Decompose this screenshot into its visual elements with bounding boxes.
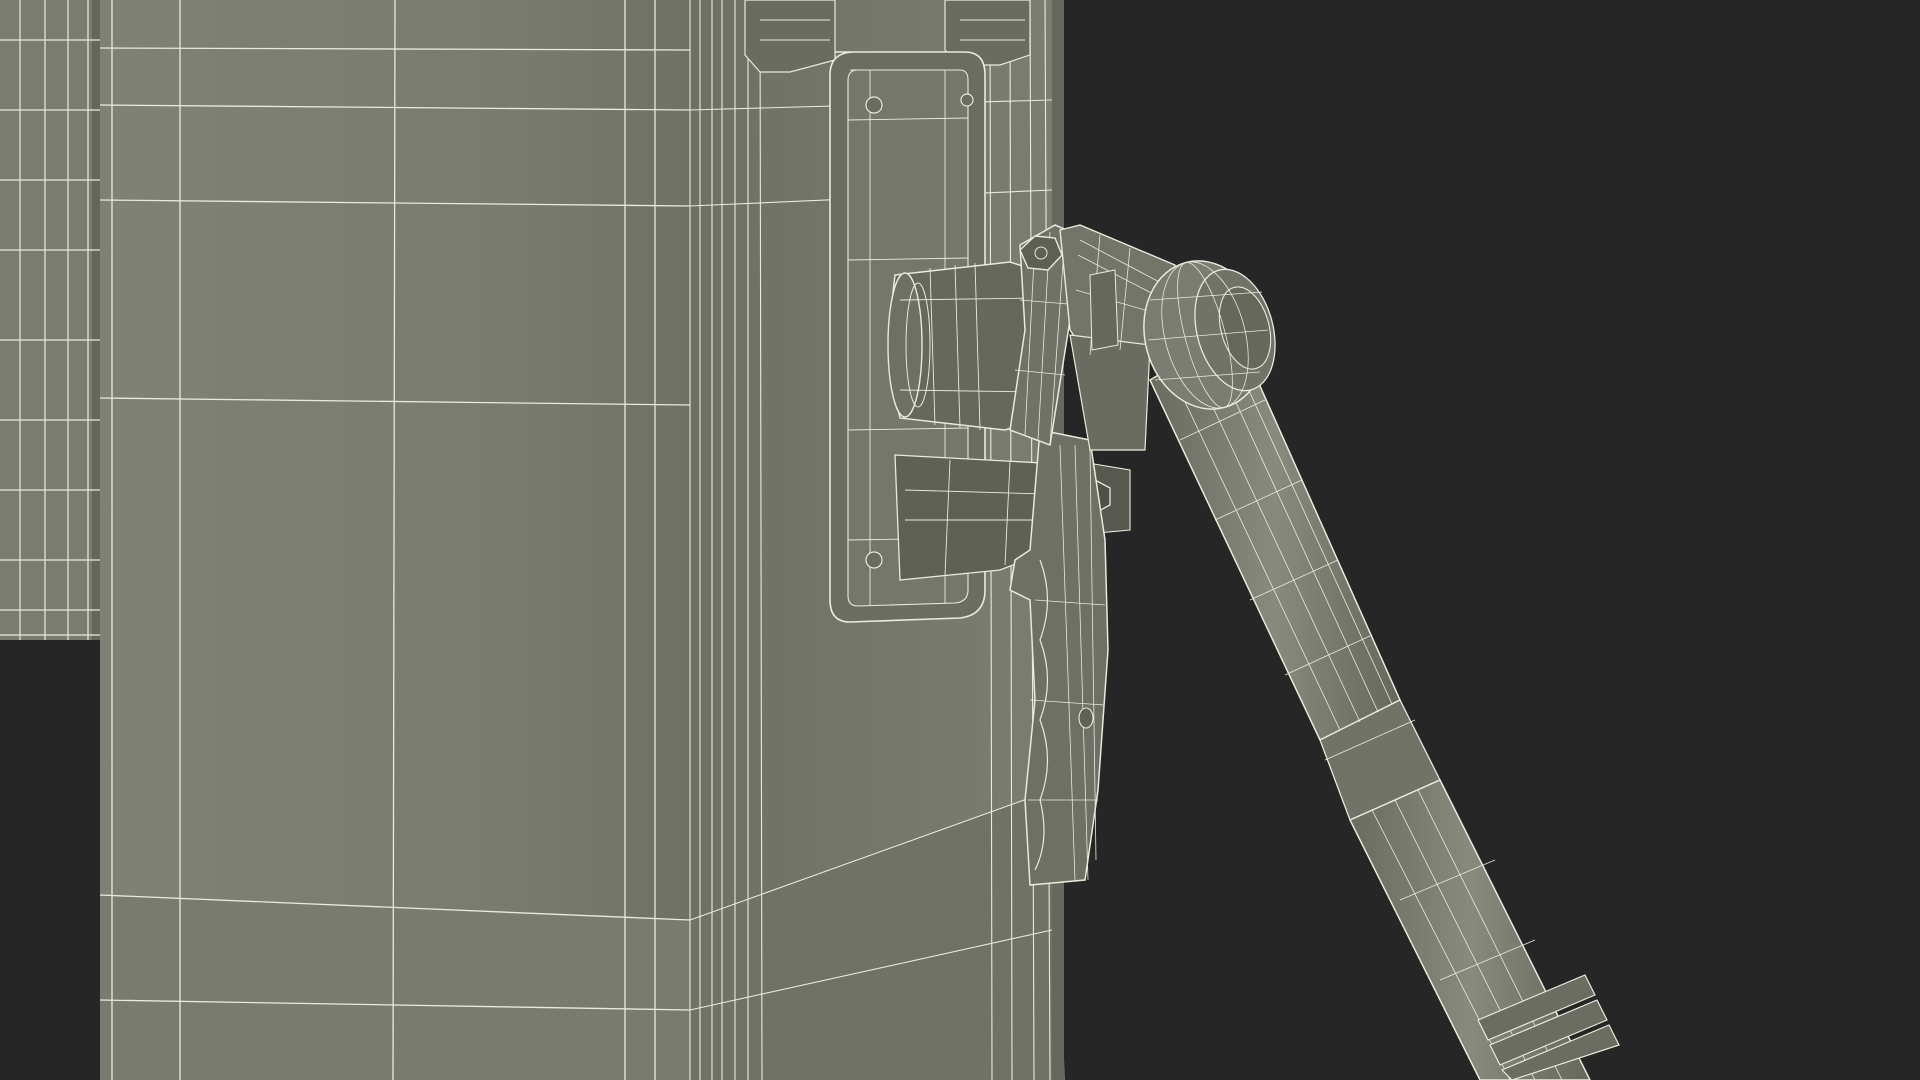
wireframe-render-viewport	[0, 0, 1920, 1080]
grip-button	[1078, 707, 1094, 729]
plate-bolt-top-right	[960, 93, 974, 107]
plate-bolt-top	[865, 96, 883, 114]
ev-charger-wireframe-scene	[0, 0, 1920, 1080]
connector-head	[887, 261, 1036, 431]
plate-bolt-bottom	[865, 551, 883, 569]
left-panel	[0, 0, 100, 640]
